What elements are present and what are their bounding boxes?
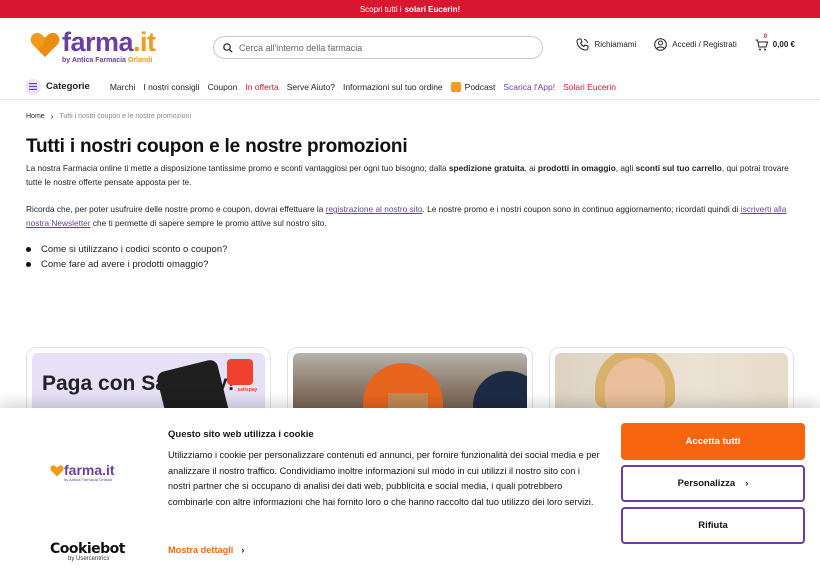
heart-logo-icon [30,32,60,57]
intro-bold-gifts: prodotti in omaggio [537,163,616,173]
nav-item-eucerin[interactable]: Solari Eucerin [563,82,616,92]
categories-menu[interactable]: Categorie [25,78,90,95]
cookie-logo-sub: by Antica Farmacia Orlandi [64,477,113,482]
promo-topbar[interactable]: Scopri tutti i solari Eucerin! [0,0,820,18]
cookie-site-logo: farma.it by Antica Farmacia Orlandi [50,463,115,482]
logo-sub-prefix: by Antica Farmacia [62,56,126,64]
cart-count-badge: 0 [763,33,768,40]
phone-icon [576,38,589,51]
satispay-logo-label: satispay [237,387,258,393]
login-label: Accedi / Registrati [672,40,737,49]
site-header: farma.it by Antica Farmacia Orlandi Cerc… [0,18,820,74]
cookie-banner: farma.it by Antica Farmacia Orlandi Cook… [0,408,820,577]
logo-main-text: farma [62,26,134,57]
podcast-icon [450,81,461,92]
cookiebot-logo[interactable]: Cookiebot by Usercentrics [50,541,125,562]
customize-button[interactable]: Personalizza › [621,465,805,502]
chevron-right-icon: › [745,478,749,489]
promo-text: Scopri tutti i [359,4,402,14]
promo-bold: solari Eucerin! [404,4,461,14]
intro-text-a: La nostra Farmacia online ti mette a dis… [26,163,449,173]
heart-logo-icon [50,465,64,477]
nav-item-podcast[interactable]: Podcast [450,81,496,92]
search-icon [223,42,233,53]
site-logo[interactable]: farma.it by Antica Farmacia Orlandi [30,26,190,64]
customize-label: Personalizza [677,478,736,489]
search-input[interactable]: Cerca all'interno della farmacia [213,36,543,59]
nav-item-aiuto[interactable]: Serve Aiuto? [287,82,335,92]
satispay-logo-icon [227,359,254,385]
nav-item-consigli[interactable]: I nostri consigli [143,82,199,92]
cookie-title: Questo sito web utilizza i cookie [168,429,314,440]
faq-list: Come si utilizzano i codici sconto o cou… [0,230,820,270]
menu-icon [25,78,41,95]
categories-label: Categorie [46,81,90,92]
main-nav: Categorie Marchi I nostri consigli Coupo… [0,74,820,99]
accept-all-button[interactable]: Accetta tutti [621,423,805,460]
breadcrumb-home[interactable]: Home [26,113,45,120]
registration-link[interactable]: registrazione al nostro sito [326,204,423,214]
chevron-right-icon: › [50,112,54,121]
intro-paragraph: La nostra Farmacia online ti mette a dis… [0,158,820,189]
call-me-label: Richiamami [594,40,637,49]
register-text-c: che ti permette di sapere sempre le prom… [90,217,327,228]
nav-item-app[interactable]: Scarica l'App! [503,82,555,92]
page-title: Tutti i nostri coupon e le nostre promoz… [26,136,408,157]
intro-bold-discount: sconti sul tuo carrello [635,163,722,173]
login-button[interactable]: Accedi / Registrati [654,38,737,51]
faq-item-gifts[interactable]: Come fare ad avere i prodotti omaggio? [26,259,794,270]
show-details-link[interactable]: Mostra dettagli › [168,545,244,555]
search-placeholder: Cerca all'interno della farmacia [239,42,363,53]
podcast-label: Podcast [464,81,496,92]
intro-text-c: , ai [524,163,538,173]
cart-icon [755,39,768,50]
show-details-label: Mostra dettagli [168,545,234,555]
intro-bold-shipping: spedizione gratuita [448,163,525,173]
user-icon [654,38,668,51]
register-text-b: . Le nostre promo e i nostri coupon sono… [422,204,741,214]
logo-sub-name: Orlandi [127,56,153,64]
cookiebot-name: Cookiebot [50,541,125,557]
cookie-logo-main: farma.it [64,462,115,478]
nav-item-ordine[interactable]: Informazioni sul tuo ordine [343,82,443,92]
intro-text-d: , agli [615,163,636,173]
nav-item-marchi[interactable]: Marchi [110,82,136,92]
register-text-a: Ricorda che, per poter usufruire delle n… [26,204,326,214]
breadcrumb: Home › Tutti i nostri coupon e le nostre… [0,100,820,121]
cart-total: 0,00 € [772,40,795,49]
nav-item-offerta[interactable]: In offerta [245,82,278,92]
cookie-description: Utilizziamo i cookie per personalizzare … [168,450,600,507]
chevron-right-icon: › [241,545,245,555]
logo-dot-text: .it [133,26,156,57]
faq-item-coupon[interactable]: Come si utilizzano i codici sconto o cou… [26,244,794,255]
nav-item-coupon[interactable]: Coupon [208,82,238,92]
call-me-button[interactable]: Richiamami [576,38,636,51]
breadcrumb-current: Tutti i nostri coupon e le nostre promoz… [59,113,191,120]
cart-button[interactable]: 0 0,00 € [755,34,795,51]
reject-button[interactable]: Rifiuta [621,507,805,544]
register-paragraph: Ricorda che, per poter usufruire delle n… [0,189,820,230]
